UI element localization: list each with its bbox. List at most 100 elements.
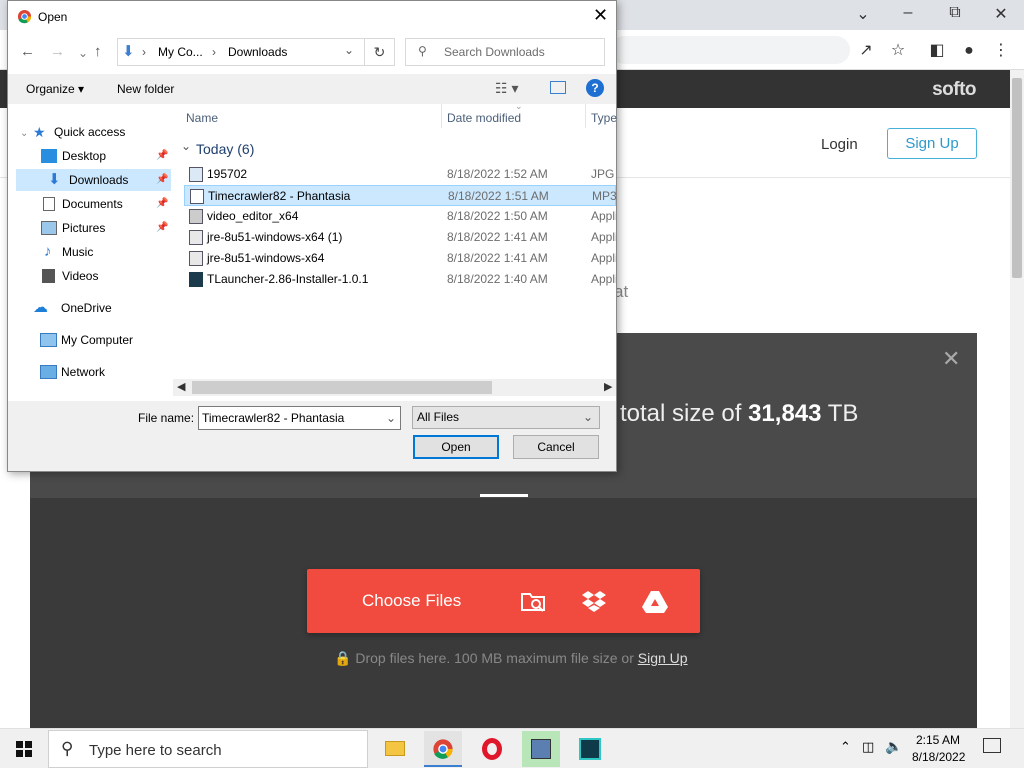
organize-button[interactable]: Organize ▾ (26, 82, 84, 96)
file-row[interactable]: jre-8u51-windows-x64 8/18/2022 1:41 AM A… (184, 248, 616, 269)
up-arrow-icon[interactable]: ↑ (94, 43, 102, 60)
help-icon[interactable]: ? (586, 79, 604, 97)
group-header-today[interactable]: Today (6) (196, 141, 254, 157)
chevron-right-icon: › (142, 45, 146, 59)
sidebar-item-desktop[interactable]: Desktop 📌 (38, 145, 170, 167)
breadcrumb-my-computer[interactable]: My Co... (158, 45, 203, 59)
folder-search-icon[interactable] (519, 587, 547, 615)
google-drive-icon[interactable] (641, 587, 669, 615)
sidebar-item-videos[interactable]: Videos (38, 265, 170, 287)
horizontal-scrollbar-thumb[interactable] (192, 381, 492, 394)
view-options-icon[interactable]: ☷ ▾ (495, 80, 518, 97)
file-row[interactable]: TLauncher-2.86-Installer-1.0.1 8/18/2022… (184, 269, 616, 290)
sidebar-item-network[interactable]: Network (20, 361, 170, 383)
recent-chevron-icon[interactable]: ⌄ (78, 46, 88, 60)
chevron-down-icon[interactable]: ⌄ (386, 407, 396, 429)
column-divider[interactable] (585, 104, 586, 128)
download-folder-icon: ⬇ (122, 43, 135, 60)
new-folder-button[interactable]: New folder (117, 82, 174, 96)
clock-date[interactable]: 8/18/2022 (912, 750, 965, 764)
sidebar-item-documents[interactable]: Documents 📌 (38, 193, 170, 215)
sidebar-item-onedrive[interactable]: ☁ OneDrive (20, 297, 170, 319)
column-header-type[interactable]: Type (591, 111, 617, 125)
windows-start-icon[interactable] (16, 741, 32, 757)
restore-button[interactable]: ⧉ (932, 4, 978, 26)
sidebar-item-music[interactable]: ♪ Music (38, 241, 170, 263)
horizontal-scrollbar[interactable]: ◀ ▶ (173, 379, 616, 396)
sidebar-item-label: Downloads (69, 173, 129, 187)
file-row[interactable]: 195702 8/18/2022 1:52 AM JPG F (184, 164, 616, 185)
column-header-date[interactable]: Date modified (447, 111, 521, 125)
opera-app[interactable] (473, 731, 511, 767)
file-row[interactable]: video_editor_x64 8/18/2022 1:50 AM Appli (184, 206, 616, 227)
chrome-app[interactable] (424, 731, 462, 767)
sidebar-item-downloads[interactable]: ⬇ Downloads 📌 (16, 169, 171, 191)
close-window-button[interactable]: ✕ (978, 4, 1024, 26)
address-input[interactable] (610, 36, 850, 64)
volume-icon[interactable]: 🔈 (885, 738, 902, 755)
clock-time[interactable]: 2:15 AM (916, 733, 960, 747)
pin-icon: 📌 (156, 222, 169, 233)
drop-signup-link[interactable]: Sign Up (638, 650, 688, 666)
total-size-value: 31,843 (748, 400, 822, 427)
share-icon[interactable]: ↗ (855, 40, 877, 62)
group-collapse-icon[interactable]: ⌄ (181, 139, 191, 153)
open-file-dialog: Open ✕ ← → ⌄ ↑ ⬇ › My Co... › Downloads … (7, 0, 617, 472)
back-arrow-icon[interactable]: ← (20, 43, 35, 60)
minimize-button[interactable]: – (885, 4, 931, 26)
profile-icon[interactable]: ● (958, 40, 980, 62)
dialog-search-input[interactable]: ⚲ Search Downloads (405, 38, 605, 66)
minimize-icon[interactable]: ⌄ (840, 4, 886, 26)
search-icon: ⚲ (418, 44, 427, 58)
collapse-chevron-icon[interactable]: ⌄ (20, 128, 28, 139)
site-logo[interactable]: softo (932, 79, 976, 101)
close-icon[interactable]: ✕ (942, 346, 960, 372)
notification-icon[interactable] (983, 738, 1001, 753)
taskbar-search-input[interactable]: ⚲ Type here to search (48, 730, 368, 768)
forward-arrow-icon[interactable]: → (50, 43, 65, 60)
tlauncher-app[interactable] (571, 731, 609, 767)
installer-app[interactable] (522, 731, 560, 767)
chevron-down-icon[interactable]: ⌄ (344, 43, 354, 57)
login-link[interactable]: Login (821, 136, 858, 153)
choose-files-button[interactable]: Choose Files (307, 569, 700, 633)
file-date: 8/18/2022 1:52 AM (447, 167, 548, 181)
sidepanel-icon[interactable]: ◧ (926, 40, 948, 62)
sidebar-item-quick-access[interactable]: ⌄ ★ Quick access (20, 121, 170, 143)
column-divider[interactable] (441, 104, 442, 128)
sidebar-item-label: My Computer (61, 333, 134, 347)
show-hidden-icons-icon[interactable]: ⌃ (840, 739, 851, 755)
preview-pane-icon[interactable] (550, 81, 566, 94)
sidebar-item-pictures[interactable]: Pictures 📌 (38, 217, 170, 239)
refresh-icon[interactable]: ↻ (365, 38, 395, 66)
dropbox-icon[interactable] (580, 587, 608, 615)
file-row-selected[interactable]: Timecrawler82 - Phantasia 8/18/2022 1:51… (184, 185, 617, 206)
bookmark-star-icon[interactable]: ☆ (887, 40, 909, 62)
choose-files-label: Choose Files (362, 591, 462, 610)
signup-button[interactable]: Sign Up (887, 128, 977, 159)
menu-kebab-icon[interactable]: ⋮ (990, 40, 1012, 62)
filetype-select[interactable]: All Files ⌄ (412, 406, 600, 429)
open-button[interactable]: Open (413, 435, 499, 459)
scroll-left-icon[interactable]: ◀ (177, 380, 185, 393)
file-name: TLauncher-2.86-Installer-1.0.1 (207, 272, 369, 286)
chrome-icon (433, 739, 453, 759)
chevron-down-icon[interactable]: ⌄ (583, 407, 593, 428)
file-explorer-app[interactable] (376, 731, 414, 767)
file-row[interactable]: jre-8u51-windows-x64 (1) 8/18/2022 1:41 … (184, 227, 616, 248)
sidebar-item-label: OneDrive (61, 301, 112, 315)
file-type: Appli (591, 230, 616, 244)
dialog-close-button[interactable]: ✕ (593, 5, 608, 26)
column-header-name[interactable]: Name (186, 111, 218, 125)
network-status-icon[interactable]: ◫ (862, 739, 874, 755)
path-breadcrumb[interactable]: ⬇ › My Co... › Downloads ⌄ (117, 38, 365, 66)
search-icon: ⚲ (61, 739, 74, 758)
scroll-right-icon[interactable]: ▶ (604, 380, 612, 393)
cancel-button[interactable]: Cancel (513, 435, 599, 459)
file-name: Timecrawler82 - Phantasia (208, 189, 351, 203)
filename-input[interactable]: Timecrawler82 - Phantasia ⌄ (198, 406, 401, 430)
page-scrollbar-thumb[interactable] (1012, 78, 1022, 278)
sidebar-item-label: Network (61, 365, 106, 379)
breadcrumb-downloads[interactable]: Downloads (228, 45, 287, 59)
sidebar-item-my-computer[interactable]: My Computer (20, 329, 170, 351)
